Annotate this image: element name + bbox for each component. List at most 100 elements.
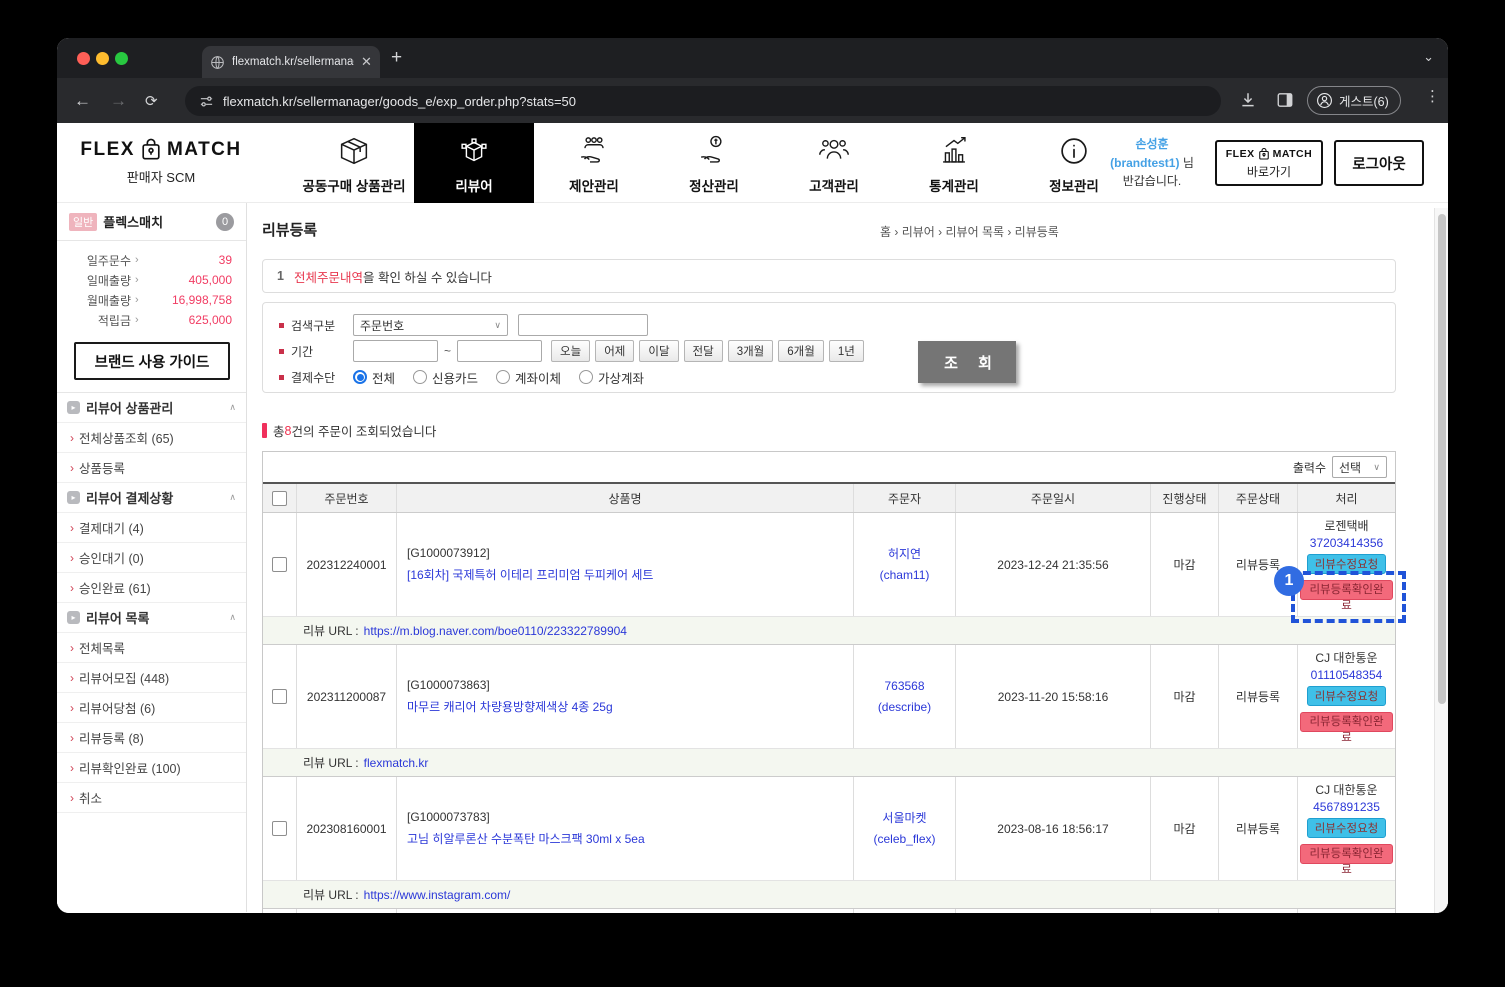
forward-button[interactable]: → (110, 91, 127, 111)
row-checkbox[interactable] (272, 689, 287, 704)
sidebar-stat-row[interactable]: 월매출량›16,998,758 (67, 290, 232, 310)
review-edit-request-button[interactable]: 리뷰수정요청 (1307, 818, 1386, 838)
sidebar-item[interactable]: ›전체상품조회 (65) (57, 423, 246, 453)
period-preset-button[interactable]: 어제 (595, 340, 634, 362)
site-logo[interactable]: FLEX MATCH 판매자 SCM (71, 137, 251, 186)
period-preset-button[interactable]: 이달 (639, 340, 678, 362)
sidebar-item[interactable]: ›전체목록 (57, 633, 246, 663)
payment-radio[interactable]: 신용카드 (413, 368, 478, 387)
tab-close-icon[interactable]: ✕ (361, 54, 372, 70)
period-preset-button[interactable]: 3개월 (728, 340, 774, 362)
order-status: 리뷰등록 (1219, 645, 1298, 748)
sidebar-item[interactable]: ›승인완료 (61) (57, 573, 246, 603)
main-content: 리뷰등록 홈 › 리뷰어 › 리뷰어 목록 › 리뷰등록 1 전체주문내역을 확… (262, 203, 1396, 912)
period-preset-button[interactable]: 6개월 (778, 340, 824, 362)
brand-guide-button[interactable]: 브랜드 사용 가이드 (74, 342, 230, 380)
tracking-number-link[interactable]: 01110548354 (1311, 668, 1383, 682)
period-preset-button[interactable]: 전달 (684, 340, 723, 362)
sidebar-stat-row[interactable]: 일주문수›39 (67, 250, 232, 270)
reload-button[interactable]: ⟳ (145, 92, 158, 110)
orderer-link[interactable]: 서울마켓 (celeb_flex) (854, 777, 956, 880)
flexmatch-shortcut-button[interactable]: FLEX MATCH 바로가기 (1215, 140, 1323, 186)
section-square-icon: ▸ (67, 491, 80, 504)
sidebar-section[interactable]: ▸리뷰어 상품관리∧ (57, 393, 246, 423)
sidebar-item[interactable]: ›리뷰확인완료 (100) (57, 753, 246, 783)
page-scrollbar-thumb[interactable] (1438, 214, 1446, 704)
shortcut-bag-icon (1258, 147, 1270, 161)
tracking-number-link[interactable]: 4567891235 (1313, 800, 1380, 814)
new-tab-button[interactable]: + (391, 47, 402, 69)
side-panel-icon[interactable] (1276, 91, 1294, 109)
sidebar-section[interactable]: ▸리뷰어 목록∧ (57, 603, 246, 633)
select-all-checkbox[interactable] (272, 491, 287, 506)
search-type-select[interactable]: 주문번호∨ (353, 314, 508, 336)
review-url-link[interactable]: flexmatch.kr (364, 756, 429, 770)
radio-icon (353, 370, 367, 384)
sidebar-stat-row[interactable]: 적립금›625,000 (67, 310, 232, 330)
window-close-button[interactable] (77, 52, 90, 65)
sidebar-section[interactable]: ▸리뷰어 결제상황∧ (57, 483, 246, 513)
window-zoom-button[interactable] (115, 52, 128, 65)
period-start-input[interactable] (353, 340, 438, 362)
sidebar-item[interactable]: ›승인대기 (0) (57, 543, 246, 573)
review-confirm-complete-button[interactable]: 리뷰등록확인완료 (1300, 580, 1393, 600)
nav-item-reviewer[interactable]: 리뷰어 (414, 123, 534, 203)
sidebar-item[interactable]: ›리뷰어당첨 (6) (57, 693, 246, 723)
browser-tab[interactable]: flexmatch.kr/sellermanager/g ✕ (202, 46, 380, 78)
review-confirm-complete-button[interactable]: 리뷰등록확인완료 (1300, 844, 1393, 864)
output-count-select[interactable]: 선택∨ (1332, 456, 1387, 478)
nav-item-statistics[interactable]: 통계관리 (894, 123, 1014, 203)
orderer-link[interactable]: 이동일 (samelee48) (854, 909, 956, 913)
orderer-link[interactable]: 763568 (describe) (854, 645, 956, 748)
row-checkbox[interactable] (272, 821, 287, 836)
period-preset-button[interactable]: 오늘 (551, 340, 590, 362)
nav-item-settlement[interactable]: 정산관리 (654, 123, 774, 203)
sidebar-item[interactable]: ›리뷰등록 (8) (57, 723, 246, 753)
period-end-input[interactable] (457, 340, 542, 362)
table-header-row: 주문번호 상품명 주문자 주문일시 진행상태 주문상태 처리 (263, 482, 1395, 513)
nav-item-customers[interactable]: 고객관리 (774, 123, 894, 203)
browser-menu-kebab-icon[interactable]: ⋮ (1425, 87, 1440, 105)
review-confirm-complete-button[interactable]: 리뷰등록확인완료 (1300, 712, 1393, 732)
product-link[interactable]: [16회차] 국제특허 이테리 프리미엄 두피케어 세트 (407, 566, 653, 583)
download-icon[interactable] (1239, 91, 1257, 109)
search-submit-button[interactable]: 조 회 (918, 341, 1016, 383)
site-settings-tune-icon[interactable] (199, 94, 214, 109)
collapse-caret-icon[interactable]: ∧ (229, 492, 236, 503)
sidebar-item[interactable]: ›상품등록 (57, 453, 246, 483)
payment-radio[interactable]: 가상계좌 (579, 368, 644, 387)
chevron-right-icon: › (135, 314, 139, 326)
orderer-link[interactable]: 허지연 (cham11) (854, 513, 956, 616)
user-account: (brandtest1) (1110, 156, 1179, 170)
payment-label: 결제수단 (291, 369, 353, 386)
product-link[interactable]: 고님 히알루론산 수분폭탄 마스크팩 30ml x 5ea (407, 830, 645, 847)
collapse-caret-icon[interactable]: ∧ (229, 612, 236, 623)
review-url-link[interactable]: https://www.instagram.com/ (364, 888, 511, 902)
logout-button[interactable]: 로그아웃 (1334, 140, 1424, 186)
review-url-link[interactable]: https://m.blog.naver.com/boe0110/2233227… (364, 624, 627, 638)
collapse-caret-icon[interactable]: ∧ (229, 402, 236, 413)
window-minimize-button[interactable] (96, 52, 109, 65)
bullet-icon (279, 349, 284, 354)
payment-radio[interactable]: 전체 (353, 368, 395, 387)
nav-item-group-goods[interactable]: 공동구매 상품관리 (294, 123, 414, 203)
page-scrollbar-track[interactable] (1434, 208, 1448, 913)
product-link[interactable]: 마무르 캐리어 차량용방향제색상 4종 25g (407, 698, 613, 715)
tracking-number-link[interactable]: 37203414356 (1310, 536, 1383, 550)
sidebar-item[interactable]: ›취소 (57, 783, 246, 813)
sidebar-item[interactable]: ›리뷰어모집 (448) (57, 663, 246, 693)
tab-search-chevron-icon[interactable]: ⌄ (1423, 49, 1434, 65)
period-preset-button[interactable]: 1년 (829, 340, 864, 362)
nav-item-proposal[interactable]: 제안관리 (534, 123, 654, 203)
review-edit-request-button[interactable]: 리뷰수정요청 (1307, 686, 1386, 706)
bullet-icon (279, 323, 284, 328)
row-checkbox[interactable] (272, 557, 287, 572)
back-button[interactable]: ← (74, 91, 91, 111)
item-arrow-icon: › (70, 791, 74, 805)
browser-profile-button[interactable]: 게스트(6) (1307, 86, 1401, 115)
address-bar[interactable]: flexmatch.kr/sellermanager/goods_e/exp_o… (185, 86, 1221, 116)
search-keyword-input[interactable] (518, 314, 648, 336)
sidebar-item[interactable]: ›결제대기 (4) (57, 513, 246, 543)
sidebar-stat-row[interactable]: 일매출량›405,000 (67, 270, 232, 290)
payment-radio[interactable]: 계좌이체 (496, 368, 561, 387)
